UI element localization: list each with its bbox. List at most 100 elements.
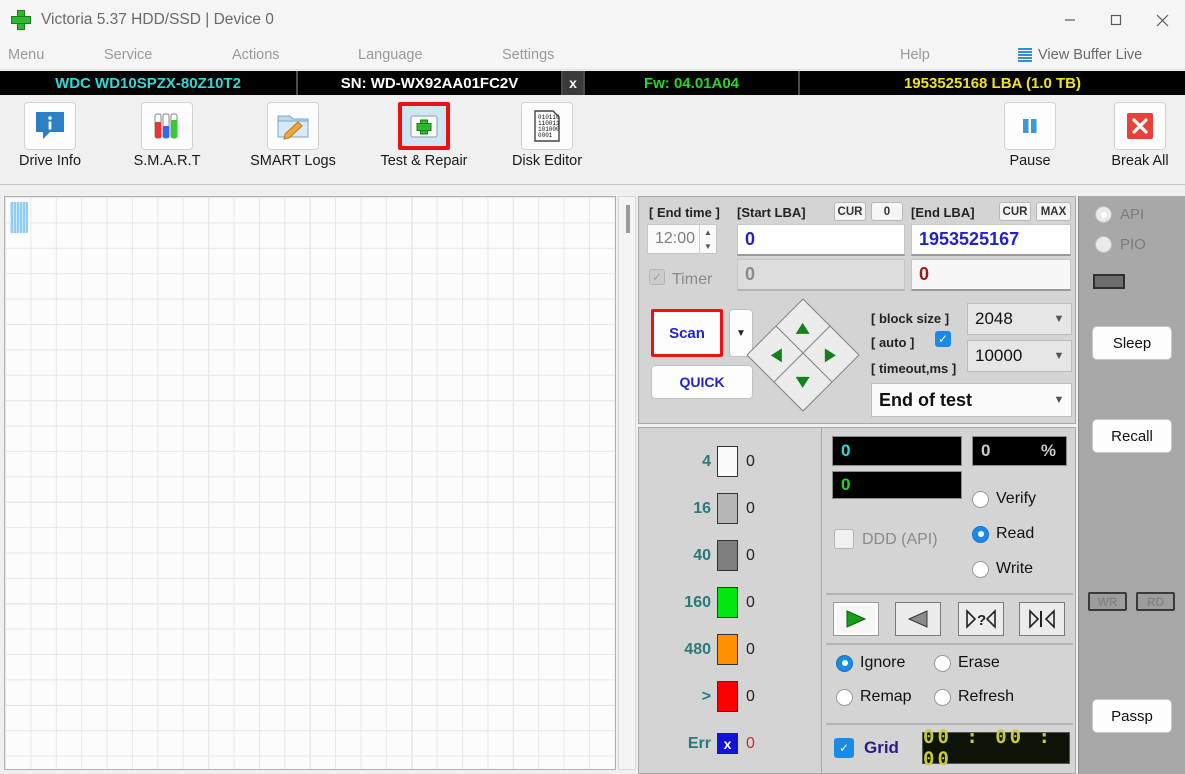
- passport-button[interactable]: Passp: [1092, 699, 1172, 733]
- toolbar-drive-info[interactable]: Drive Info: [0, 102, 100, 180]
- elapsed-time-clock: 00 : 00 : 00: [922, 726, 1070, 770]
- chevron-down-icon: ▼: [1053, 394, 1065, 406]
- ddd-api-checkbox[interactable]: [834, 529, 854, 549]
- menu-item-menu[interactable]: Menu: [8, 40, 44, 70]
- sleep-button[interactable]: Sleep: [1092, 326, 1172, 360]
- percent-sign: %: [1040, 441, 1056, 460]
- error-action-ignore-label: Ignore: [860, 654, 906, 671]
- menu-item-help[interactable]: Help: [900, 40, 930, 70]
- block-size-value: 2048: [975, 309, 1013, 328]
- radio-dot: [836, 688, 853, 706]
- chevron-down-icon[interactable]: ▼: [700, 239, 716, 253]
- direction-pad[interactable]: [746, 298, 860, 412]
- auto-checkbox[interactable]: ✓: [935, 331, 951, 347]
- legend-error-count: 0: [746, 734, 755, 752]
- scan-button[interactable]: Scan: [651, 309, 723, 357]
- error-action-remap-radio[interactable]: Remap: [836, 688, 912, 706]
- mode-verify-radio[interactable]: Verify: [972, 490, 1036, 508]
- end-time-stepper[interactable]: 12:00 ▲ ▼: [647, 224, 717, 254]
- pause-icon: [1004, 102, 1056, 150]
- legend-row: 160 0: [639, 579, 824, 626]
- interface-api-radio[interactable]: API: [1095, 206, 1144, 223]
- radio-dot: [972, 525, 989, 543]
- toolbar-disk-editor[interactable]: 010110 110011 101000 0001 Disk Editor: [497, 102, 597, 180]
- error-action-erase-radio[interactable]: Erase: [934, 654, 1000, 672]
- end-lba-max-button[interactable]: MAX: [1036, 202, 1071, 221]
- binary-page-icon: 010110 110011 101000 0001: [521, 102, 573, 150]
- triangle-up-icon: [796, 322, 810, 334]
- toolbar-test-repair[interactable]: Test & Repair: [374, 102, 474, 180]
- legend-threshold: 4: [702, 452, 711, 470]
- end-lba-input[interactable]: 1953525167: [911, 224, 1071, 256]
- end-lba-current-readout: 0: [911, 259, 1071, 291]
- maximize-icon[interactable]: [1093, 0, 1139, 40]
- legend-row: 4 0: [639, 438, 824, 485]
- divider: [826, 593, 1073, 595]
- scrollbar-thumb[interactable]: [626, 205, 630, 233]
- window-title: Victoria 5.37 HDD/SSD | Device 0: [41, 11, 274, 28]
- test-tubes-icon: [141, 102, 193, 150]
- block-size-select[interactable]: 2048 ▼: [967, 303, 1072, 335]
- start-lba-input[interactable]: 0: [737, 224, 905, 256]
- toolbar-pause[interactable]: Pause: [980, 102, 1080, 180]
- legend-row: 16 0: [639, 485, 824, 532]
- legend-color-swatch: [717, 681, 738, 712]
- legend-count: 0: [746, 452, 755, 470]
- error-action-ignore-radio[interactable]: Ignore: [836, 654, 905, 672]
- legend-count: 0: [746, 593, 755, 611]
- legend-threshold: 160: [684, 593, 711, 611]
- legend-count: 0: [746, 546, 755, 564]
- nav-play-forward-button[interactable]: [833, 602, 879, 636]
- scan-grid-map[interactable]: [4, 196, 616, 770]
- legend-color-swatch: [717, 634, 738, 665]
- start-lba-cur-button[interactable]: CUR: [834, 202, 866, 221]
- chevron-down-icon: ▼: [1053, 350, 1065, 362]
- nav-seek-question-button[interactable]: ?: [958, 602, 1004, 636]
- toolbar-smart-logs[interactable]: SMART Logs: [243, 102, 343, 180]
- timeout-select[interactable]: 10000 ▼: [967, 340, 1072, 372]
- menu-item-language[interactable]: Language: [358, 40, 423, 70]
- start-lba-zero-button[interactable]: 0: [871, 202, 903, 221]
- percent-readout: 0 %: [972, 436, 1067, 466]
- legend-row: > 0: [639, 673, 824, 720]
- end-time-arrows[interactable]: ▲ ▼: [699, 225, 716, 253]
- timer-label: Timer: [672, 271, 713, 288]
- mode-read-label: Read: [996, 525, 1035, 542]
- view-buffer-live-button[interactable]: View Buffer Live: [1018, 40, 1142, 70]
- grid-checkbox[interactable]: ✓: [834, 738, 854, 758]
- close-icon[interactable]: [1139, 0, 1185, 40]
- error-action-refresh-radio[interactable]: Refresh: [934, 688, 1014, 706]
- grid-vertical-scrollbar[interactable]: [618, 196, 636, 770]
- scan-dropdown-button[interactable]: ▼: [729, 309, 753, 357]
- recall-button[interactable]: Recall: [1092, 419, 1172, 453]
- mode-write-radio[interactable]: Write: [972, 560, 1033, 578]
- end-time-label: [ End time ]: [649, 205, 720, 220]
- chevron-up-icon[interactable]: ▲: [700, 225, 716, 239]
- drive-close-button[interactable]: x: [563, 71, 585, 95]
- menu-item-actions[interactable]: Actions: [232, 40, 280, 70]
- folder-pencil-icon: [267, 102, 319, 150]
- triangle-down-icon: [796, 376, 810, 388]
- counter-green-readout: 0: [832, 471, 962, 499]
- toolbar-break-all[interactable]: Break All: [1090, 102, 1185, 180]
- end-lba-cur-button[interactable]: CUR: [999, 202, 1031, 221]
- timer-checkbox[interactable]: ✓: [649, 269, 665, 285]
- quick-button[interactable]: QUICK: [651, 365, 753, 399]
- interface-pio-radio[interactable]: PIO: [1095, 236, 1146, 253]
- block-time-legend-panel: 4 0 16 0 40 0 160 0 480 0 > 0 Err x 0: [638, 427, 823, 774]
- minimize-icon[interactable]: [1047, 0, 1093, 40]
- radio-dot: [1095, 236, 1112, 253]
- device-sidebar: API PIO Sleep Recall WR RD Passp: [1078, 196, 1185, 774]
- error-x-icon: x: [717, 733, 738, 754]
- scan-mode-panel: 0 0 % 0 DDD (API) Verify Read Write ? Ig…: [821, 427, 1076, 774]
- ddd-api-label: DDD (API): [862, 531, 938, 548]
- toolbar-smart[interactable]: S.M.A.R.T: [117, 102, 217, 180]
- legend-row: 40 0: [639, 532, 824, 579]
- menu-item-settings[interactable]: Settings: [502, 40, 554, 70]
- nav-step-end-button[interactable]: [1019, 602, 1065, 636]
- triangle-right-icon: [824, 348, 836, 362]
- mode-read-radio[interactable]: Read: [972, 525, 1034, 543]
- end-of-test-select[interactable]: End of test ▼: [871, 383, 1072, 417]
- menu-item-service[interactable]: Service: [104, 40, 152, 70]
- nav-play-back-button[interactable]: [895, 602, 941, 636]
